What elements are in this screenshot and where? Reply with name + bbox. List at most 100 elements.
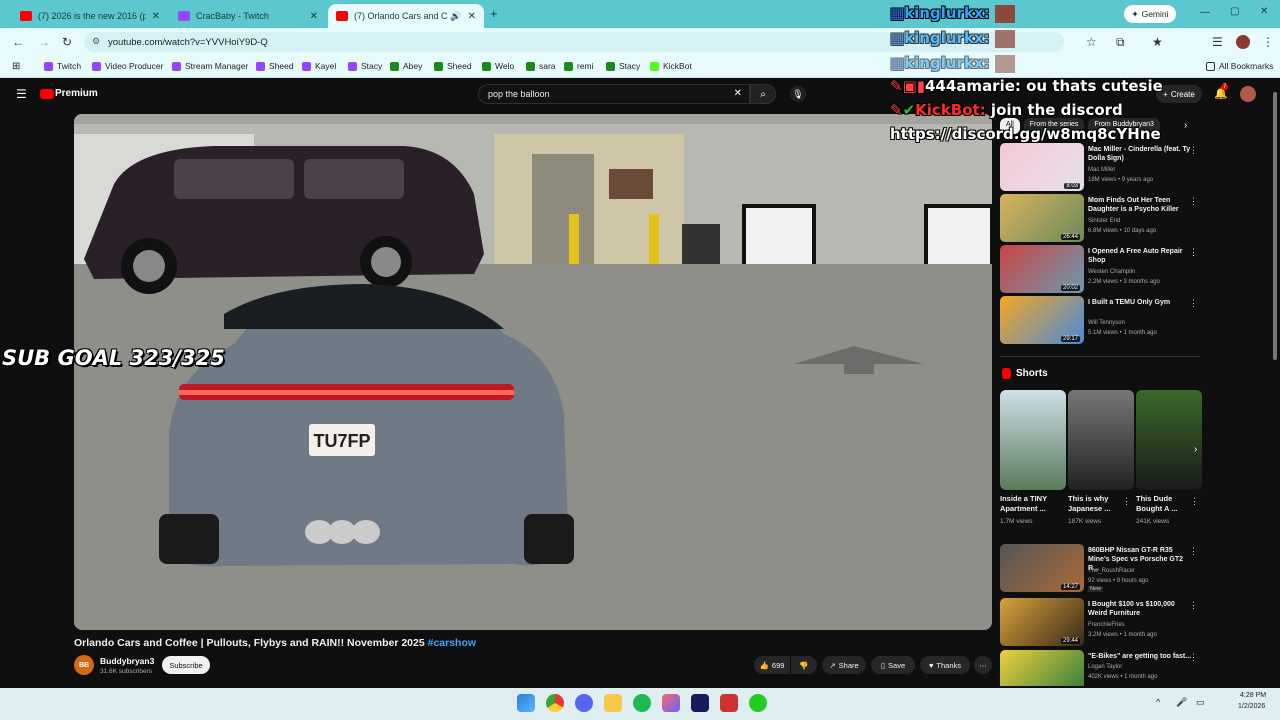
apps-grid-icon[interactable]: ⊞ xyxy=(12,61,20,72)
star-icon[interactable]: ☆ xyxy=(1086,35,1097,49)
file-explorer-icon[interactable] xyxy=(604,694,622,712)
microphone-icon[interactable]: 🎙 xyxy=(790,86,806,102)
rec-menu-icon[interactable]: ⋮ xyxy=(1189,652,1198,663)
short-thumbnail[interactable] xyxy=(1068,390,1134,490)
short-thumbnail[interactable] xyxy=(1136,390,1202,490)
short-menu-icon[interactable]: ⋮ xyxy=(1190,496,1199,507)
maximize-icon[interactable]: ▢ xyxy=(1230,6,1239,17)
discord-icon[interactable] xyxy=(575,694,593,712)
bookmark-video-producer[interactable]: Video Producer xyxy=(92,61,163,71)
bookmark-welo[interactable]: Welo xyxy=(482,61,514,71)
bookmark-kickbot[interactable]: KickBot xyxy=(650,61,692,71)
thanks-button[interactable]: ♥ Thanks xyxy=(920,656,970,674)
speaker-icon[interactable]: 🔊 xyxy=(450,11,461,22)
like-button[interactable]: 👍 699 xyxy=(754,656,790,674)
dislike-button[interactable]: 👎 xyxy=(791,656,817,674)
video-player[interactable]: TU7FP xyxy=(74,114,992,630)
microphone-tray-icon[interactable]: 🎤 xyxy=(1176,697,1187,708)
bookmark-abey[interactable]: Abey xyxy=(390,61,422,71)
chevron-right-icon[interactable]: › xyxy=(1184,120,1187,131)
bookmark-stream-manager[interactable]: Stream Manager xyxy=(172,61,248,71)
tab-twitch[interactable]: CracBaby - Twitch ✕ xyxy=(170,4,326,28)
short-thumbnail[interactable] xyxy=(1000,390,1066,490)
channel-name[interactable]: Buddybryan3 xyxy=(100,656,154,666)
bookmark-sara[interactable]: sara xyxy=(526,61,556,71)
save-button[interactable]: ▯ Save xyxy=(871,656,915,674)
rec-menu-icon[interactable]: ⋮ xyxy=(1189,546,1198,557)
search-input[interactable]: pop the balloon ✕ xyxy=(478,84,750,104)
chat-user: 444amarie: xyxy=(925,77,1021,95)
minimize-icon[interactable]: — xyxy=(1200,7,1210,18)
tab-youtube-playlist[interactable]: (7) 2026 is the new 2016 (playlis ✕ xyxy=(12,4,168,28)
tab-orlando-cars[interactable]: (7) Orlando Cars and Coffe 🔊 ✕ xyxy=(328,4,484,28)
rec-menu-icon[interactable]: ⋮ xyxy=(1189,298,1198,309)
hamburger-icon[interactable]: ☰ xyxy=(16,87,27,101)
chat-line: ▦kinglurkx: xyxy=(890,29,1015,48)
twitch-icon xyxy=(302,61,311,71)
list-item[interactable]: "E-Bikes" are getting too fast... Logan … xyxy=(1000,650,1200,686)
kickbot-icon xyxy=(650,61,659,71)
gemini-button[interactable]: ✦ Gemini xyxy=(1124,5,1176,23)
bookmark-twitch[interactable]: Twitch xyxy=(44,61,81,71)
close-window-icon[interactable]: ✕ xyxy=(1260,6,1268,17)
close-tab-icon[interactable]: ✕ xyxy=(310,11,318,22)
spotify-icon[interactable] xyxy=(633,694,651,712)
youtube-premium-logo[interactable]: Premium xyxy=(55,88,98,99)
clock-time[interactable]: 4:28 PM xyxy=(1240,692,1266,699)
close-tab-icon[interactable]: ✕ xyxy=(152,11,160,22)
menu-icon[interactable]: ☰ xyxy=(1212,35,1223,49)
channel-avatar[interactable]: BB xyxy=(74,655,94,675)
search-icon: ⌕ xyxy=(760,88,766,100)
reload-icon[interactable]: ↻ xyxy=(62,35,72,49)
wifi-icon[interactable]: ▭ xyxy=(1196,697,1205,708)
chat-user: kinglurkx: xyxy=(904,29,990,47)
all-bookmarks[interactable]: All Bookmarks xyxy=(1206,61,1273,71)
bookmark-remi[interactable]: remi xyxy=(564,61,594,71)
list-item[interactable]: 14:27 860BHP Nissan GT-R R35 Mine's Spec… xyxy=(1000,544,1200,592)
list-item[interactable]: 26:44 Mom Finds Out Her Teen Daughter is… xyxy=(1000,194,1200,242)
share-button[interactable]: ↗ Share xyxy=(822,656,866,674)
list-item[interactable]: 29:44 I Bought $100 vs $100,000 Weird Fu… xyxy=(1000,598,1200,646)
subscribe-button[interactable]: Subscribe xyxy=(162,656,210,674)
site-info-icon[interactable]: ⚙ xyxy=(92,36,100,47)
bookmark-star-icon[interactable]: ★ xyxy=(1152,35,1163,49)
close-tab-icon[interactable]: ✕ xyxy=(468,11,476,22)
profile-avatar[interactable] xyxy=(1236,35,1250,49)
short-menu-icon[interactable]: ⋮ xyxy=(1122,496,1131,507)
video-hashtag[interactable]: #carshow xyxy=(428,637,476,649)
forward-icon[interactable]: → xyxy=(38,35,50,49)
obs-icon[interactable] xyxy=(749,694,767,712)
bookmark-kayel[interactable]: Kayel xyxy=(302,61,336,71)
chrome-icon[interactable] xyxy=(546,694,564,712)
extensions-icon[interactable]: ⧉ xyxy=(1116,35,1125,50)
new-tab-icon[interactable]: + xyxy=(490,6,498,21)
more-icon[interactable]: ⋮ xyxy=(1262,35,1274,49)
rec-menu-icon[interactable]: ⋮ xyxy=(1189,247,1198,258)
bookmark-sheed[interactable]: Sheed xyxy=(256,61,294,71)
back-icon[interactable]: ← xyxy=(12,35,24,49)
youtube-logo-icon[interactable] xyxy=(40,89,54,99)
account-avatar[interactable] xyxy=(1240,86,1256,102)
list-item[interactable]: 29:17 I Built a TEMU Only Gym Will Tenny… xyxy=(1000,296,1200,344)
more-actions-button[interactable]: ⋯ xyxy=(974,656,992,674)
copilot-icon[interactable] xyxy=(662,694,680,712)
premiere-pro-icon[interactable] xyxy=(691,694,709,712)
rec-menu-icon[interactable]: ⋮ xyxy=(1189,600,1198,611)
search-button[interactable]: ⌕ xyxy=(750,84,776,104)
app-icon[interactable] xyxy=(720,694,738,712)
bookmark-stacy-kick[interactable]: Stacy xyxy=(606,61,640,71)
rec-menu-icon[interactable]: ⋮ xyxy=(1189,145,1198,156)
bookmark-sheed-kick[interactable]: Sheed xyxy=(434,61,472,71)
shorts-next-icon[interactable]: › xyxy=(1194,444,1197,455)
clear-search-icon[interactable]: ✕ xyxy=(734,88,742,99)
shorts-heading-text: Shorts xyxy=(1016,368,1048,379)
windows-start-icon[interactable] xyxy=(517,694,535,712)
list-item[interactable]: 8:03 Mac Miller - Cinderella (feat. Ty D… xyxy=(1000,143,1200,191)
rec-menu-icon[interactable]: ⋮ xyxy=(1189,196,1198,207)
bookmark-stacy[interactable]: Stacy xyxy=(348,61,382,71)
scrollbar[interactable] xyxy=(1273,92,1277,360)
tray-chevron-icon[interactable]: ^ xyxy=(1156,697,1160,707)
thanks-icon: ♥ xyxy=(928,660,934,670)
clock-date[interactable]: 1/2/2026 xyxy=(1238,703,1265,710)
list-item[interactable]: 20:02 I Opened A Free Auto Repair Shop W… xyxy=(1000,245,1200,293)
